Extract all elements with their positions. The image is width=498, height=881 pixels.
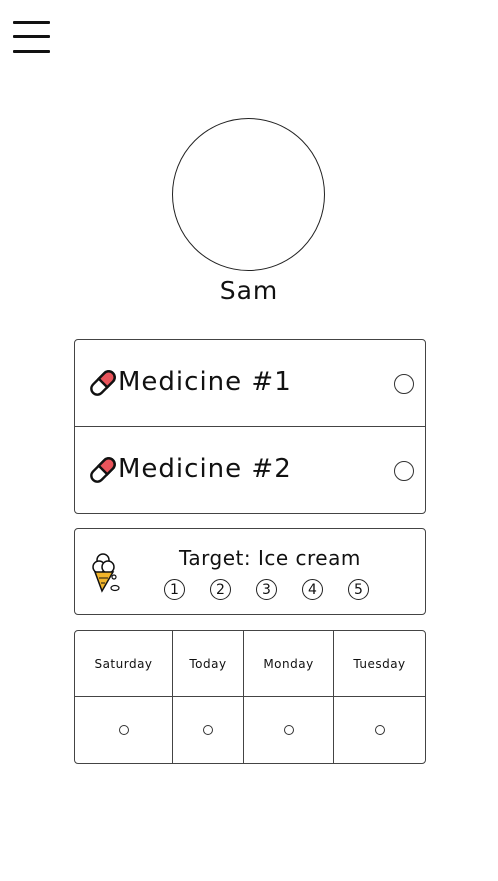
medicine-checkbox[interactable] bbox=[394, 374, 414, 394]
step-3[interactable]: 3 bbox=[256, 579, 277, 600]
step-2[interactable]: 2 bbox=[210, 579, 231, 600]
pill-icon bbox=[90, 370, 116, 396]
day-check-monday[interactable] bbox=[283, 725, 294, 735]
medicine-row[interactable]: Medicine #1 bbox=[75, 340, 425, 426]
user-name: Sam bbox=[219, 276, 279, 305]
day-header-tuesday: Tuesday bbox=[334, 631, 425, 697]
day-cell bbox=[334, 697, 425, 763]
step-1[interactable]: 1 bbox=[164, 579, 185, 600]
target-label: Target: Ice cream bbox=[179, 546, 361, 570]
day-tracker: Saturday Today Monday Tuesday bbox=[74, 630, 426, 764]
ice-cream-icon bbox=[92, 553, 120, 593]
day-header-saturday: Saturday bbox=[75, 631, 173, 697]
day-header-monday: Monday bbox=[244, 631, 334, 697]
medicine-label: Medicine #1 bbox=[118, 367, 292, 397]
step-5[interactable]: 5 bbox=[348, 579, 369, 600]
medicine-label: Medicine #2 bbox=[118, 454, 292, 484]
medicine-row[interactable]: Medicine #2 bbox=[75, 426, 425, 513]
day-header-today: Today bbox=[173, 631, 244, 697]
medicine-list: Medicine #1 Medicine #2 bbox=[74, 339, 426, 514]
menu-icon[interactable] bbox=[13, 18, 51, 54]
pill-icon bbox=[90, 457, 116, 483]
day-check-saturday[interactable] bbox=[118, 725, 129, 735]
target-steps: 1 2 3 4 5 bbox=[164, 579, 369, 600]
day-cell bbox=[173, 697, 244, 763]
avatar bbox=[172, 118, 325, 271]
target-card: Target: Ice cream 1 2 3 4 5 bbox=[74, 528, 426, 615]
day-cell bbox=[75, 697, 173, 763]
medicine-checkbox[interactable] bbox=[394, 461, 414, 481]
step-4[interactable]: 4 bbox=[302, 579, 323, 600]
day-check-tuesday[interactable] bbox=[374, 725, 385, 735]
day-check-today[interactable] bbox=[203, 725, 213, 735]
day-cell bbox=[244, 697, 334, 763]
